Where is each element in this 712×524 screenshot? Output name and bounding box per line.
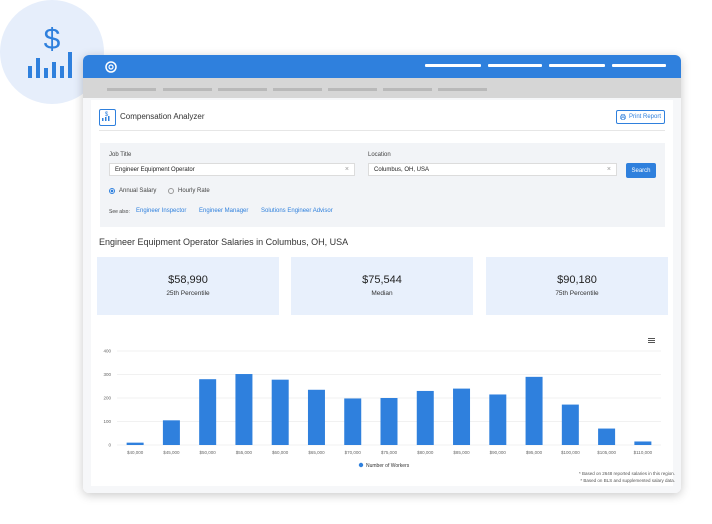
x-tick-label: $110,000 xyxy=(634,450,653,455)
x-tick-label: $55,000 xyxy=(236,450,253,455)
x-tick-label: $50,000 xyxy=(200,450,217,455)
x-tick-label: $70,000 xyxy=(345,450,362,455)
y-tick-label: 200 xyxy=(103,396,111,401)
bar xyxy=(416,390,434,445)
app-window: $ Compensation Analyzer Print Report Job… xyxy=(83,55,681,493)
x-tick-label: $65,000 xyxy=(308,450,325,455)
bar xyxy=(271,379,289,445)
x-tick-label: $45,000 xyxy=(163,450,180,455)
x-tick-label: $40,000 xyxy=(127,450,144,455)
y-tick-label: 300 xyxy=(103,372,111,377)
x-tick-label: $100,000 xyxy=(561,450,580,455)
bar xyxy=(525,376,543,445)
footnote: * Based on 2648 reported salaries in thi… xyxy=(578,471,675,476)
x-tick-label: $95,000 xyxy=(526,450,543,455)
x-tick-label: $75,000 xyxy=(381,450,398,455)
bar xyxy=(561,404,579,445)
y-tick-label: 100 xyxy=(103,419,111,424)
footnote: * Based on BLS and supplemented salary d… xyxy=(580,478,675,483)
bar xyxy=(199,379,217,445)
bar xyxy=(235,374,253,445)
svg-text:$: $ xyxy=(44,23,61,56)
x-tick-label: $90,000 xyxy=(490,450,507,455)
legend-label: Number of Workers xyxy=(366,463,410,469)
legend-marker xyxy=(358,462,364,468)
bar xyxy=(598,428,616,445)
bar xyxy=(307,389,325,445)
y-tick-label: 400 xyxy=(103,349,111,354)
bar xyxy=(162,420,180,445)
x-tick-label: $85,000 xyxy=(453,450,470,455)
dollar-chart-icon: $ xyxy=(28,23,72,78)
x-tick-label: $80,000 xyxy=(417,450,434,455)
bar xyxy=(380,398,398,445)
bar xyxy=(453,388,471,445)
bar xyxy=(344,398,362,445)
y-tick-label: 0 xyxy=(108,443,111,448)
bar xyxy=(489,394,507,445)
salary-histogram: 0 100 200 300 400 $40,000 $45,000 $50,000 $55,00… xyxy=(103,349,661,469)
x-tick-label: $60,000 xyxy=(272,450,289,455)
bar xyxy=(126,442,144,445)
x-tick-label: $105,000 xyxy=(597,450,616,455)
bar xyxy=(634,441,652,445)
